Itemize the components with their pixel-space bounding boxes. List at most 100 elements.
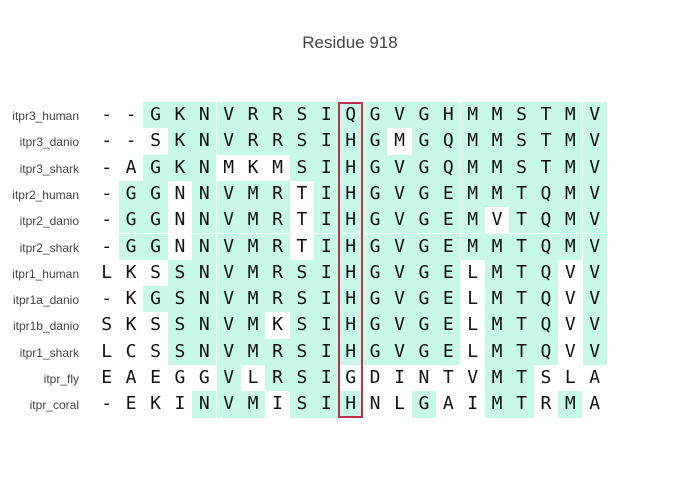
sequence-label: itpr3_shark	[19, 161, 79, 176]
residue-cell: V	[216, 180, 241, 208]
residue-cell: M	[484, 312, 510, 339]
residue-cell: N	[192, 312, 217, 339]
residue-cell: G	[362, 312, 388, 339]
residue-cell: G	[198, 367, 210, 388]
residue-cell: G	[118, 233, 144, 260]
residue-cell: Q	[436, 128, 461, 155]
residue-cell: Q	[533, 312, 559, 339]
residue-cell: Q	[533, 259, 559, 287]
residue-cell: T	[509, 207, 534, 234]
residue-cell: V	[216, 128, 241, 155]
residue-cell: S	[289, 128, 315, 155]
residue-cell: M	[484, 102, 510, 129]
residue-cell: N	[192, 233, 217, 260]
residue-cell: E	[436, 338, 461, 365]
residue-cell: M	[460, 128, 485, 155]
residue-cell: M	[558, 180, 583, 208]
residue-cell: V	[582, 154, 607, 181]
residue-cell: I	[314, 180, 339, 208]
residue-cell: Q	[533, 286, 559, 313]
residue-cell: R	[265, 128, 290, 155]
residue-cell: V	[582, 180, 607, 208]
residue-cell: L	[467, 314, 479, 336]
residue-cell: N	[192, 259, 217, 287]
residue-cell: I	[314, 102, 339, 129]
sequence-label: itpr_coral	[29, 398, 79, 413]
residue-cell: A	[125, 156, 137, 178]
sequence-label: itpr2_human	[12, 187, 79, 202]
residue-cell: N	[192, 286, 217, 313]
residue-cell: S	[289, 391, 315, 418]
residue-cell: V	[564, 340, 576, 362]
residue-cell: G	[362, 154, 388, 181]
residue-cell: E	[436, 233, 461, 260]
residue-cell: V	[582, 259, 607, 287]
residue-cell: -	[101, 156, 113, 178]
residue-cell: E	[436, 286, 461, 313]
residue-cell: V	[564, 314, 576, 336]
residue-cell: L	[564, 367, 576, 388]
residue-cell: G	[118, 207, 144, 234]
residue-cell: V	[216, 259, 241, 287]
residue-cell: T	[509, 391, 534, 418]
residue-cell: S	[289, 312, 315, 339]
residue-cell: V	[216, 391, 241, 418]
residue-cell: N	[418, 367, 430, 388]
residue-cell: M	[484, 365, 510, 392]
residue-cell: E	[436, 312, 461, 339]
residue-cell: V	[387, 207, 412, 234]
residue-cell: M	[558, 233, 583, 260]
sequence-label: itpr1_human	[12, 266, 79, 281]
residue-cell: S	[150, 340, 161, 362]
residue-cell: H	[436, 102, 461, 129]
residue-cell: T	[509, 233, 534, 260]
residue-cell: G	[411, 128, 437, 155]
residue-cell: T	[509, 259, 534, 287]
residue-cell: K	[167, 154, 193, 181]
residue-cell: G	[143, 180, 168, 208]
residue-cell: V	[387, 286, 412, 313]
residue-cell: K	[125, 288, 137, 310]
residue-cell: G	[362, 180, 388, 208]
residue-cell: M	[460, 233, 485, 260]
residue-cell: E	[125, 393, 137, 415]
residue-cell: M	[484, 233, 510, 260]
residue-cell: V	[387, 259, 412, 287]
residue-cell: N	[174, 182, 186, 204]
residue-cell: G	[411, 207, 437, 234]
residue-cell: M	[240, 233, 266, 260]
residue-cell: S	[289, 102, 315, 129]
residue-cell: S	[167, 259, 193, 287]
residue-cell: S	[289, 365, 315, 392]
residue-cell: L	[467, 288, 479, 310]
residue-cell: I	[314, 259, 339, 287]
sequence-label: itpr2_danio	[19, 214, 79, 229]
residue-cell: G	[362, 338, 388, 365]
residue-cell: -	[125, 130, 137, 152]
residue-cell: V	[582, 233, 607, 260]
residue-cell: Q	[533, 180, 559, 208]
sequence-label: itpr_fly	[43, 372, 79, 386]
residue-cell: V	[491, 209, 503, 231]
residue-cell: S	[289, 259, 315, 287]
residue-cell: A	[589, 393, 601, 415]
residue-cell: -	[125, 104, 137, 125]
residue-cell: L	[247, 367, 259, 388]
residue-cell: V	[387, 102, 412, 129]
residue-cell: G	[362, 233, 388, 260]
residue-cell: I	[314, 365, 339, 392]
residue-cell: R	[265, 207, 290, 234]
residue-cell: G	[411, 286, 437, 313]
residue-cell: M	[460, 154, 485, 181]
sequence-label: itpr3_danio	[19, 135, 79, 150]
residue-cell: K	[167, 102, 193, 129]
residue-cell: N	[192, 128, 217, 155]
residue-cell: M	[272, 156, 283, 178]
residue-cell: K	[125, 261, 137, 283]
residue-cell: G	[411, 312, 437, 339]
residue-cell: S	[289, 154, 315, 181]
sequence-label: itpr1_shark	[19, 345, 79, 360]
residue-cell: E	[436, 207, 461, 234]
residue-cell: R	[240, 102, 266, 129]
residue-cell: N	[174, 209, 186, 231]
